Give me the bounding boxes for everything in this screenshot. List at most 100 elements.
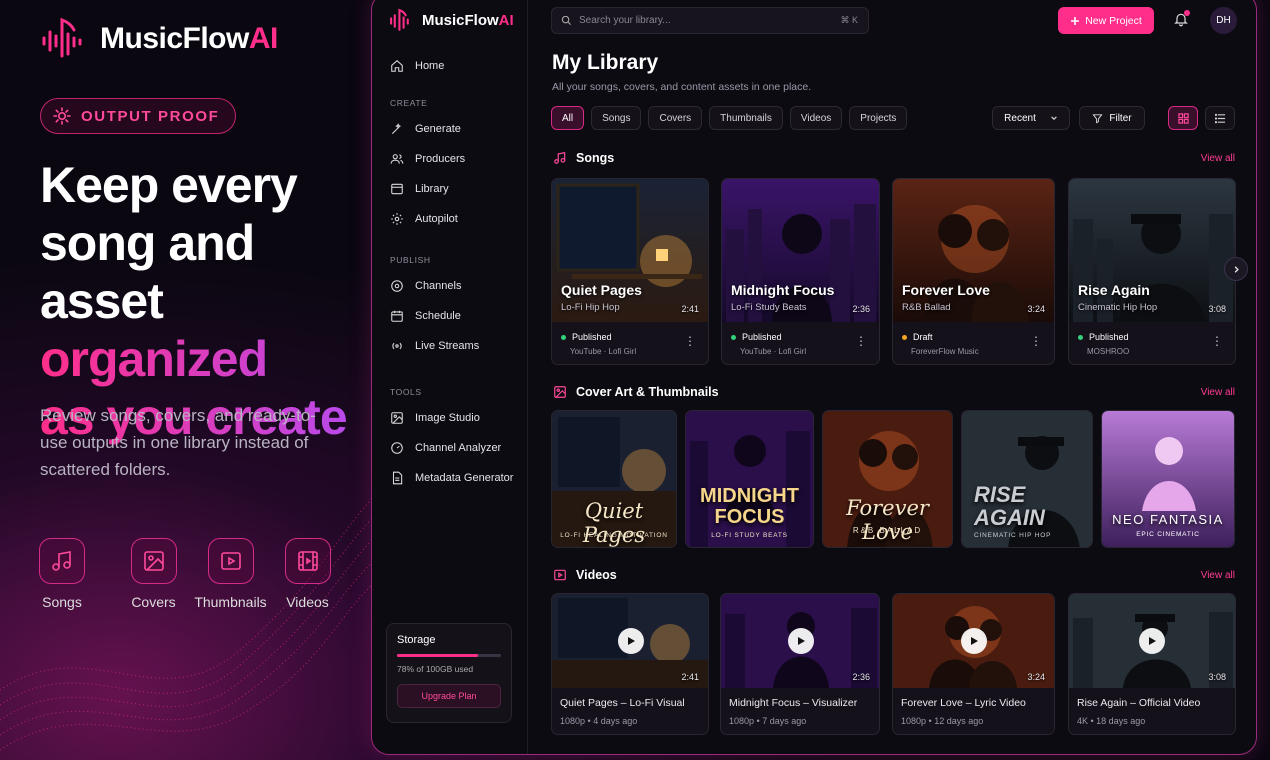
sidebar-item-generate[interactable]: Generate [372,114,528,144]
play-icon[interactable] [961,628,987,654]
sidebar-item-autopilot[interactable]: Autopilot [372,204,528,234]
song-card-rise-again[interactable]: Rise Again Cinematic Hip Hop 3:08 Publis… [1068,178,1236,365]
play-icon[interactable] [788,628,814,654]
category-videos: Videos [269,538,346,610]
cover-title: Quiet Pages [582,499,646,547]
more-options-icon[interactable]: ⋮ [855,334,867,348]
tab-all[interactable]: All [551,106,585,130]
storage-title: Storage [397,634,436,646]
chevron-down-icon [1050,116,1057,121]
notifications-button[interactable] [1173,10,1190,32]
carousel-next-button[interactable] [1224,257,1248,281]
cover-card-forever-love[interactable]: Forever Love R&B BALLAD [822,410,953,548]
sidebar-brand-name: MusicFlowAI [422,11,514,29]
search-input[interactable]: Search your library... [579,15,833,26]
users-icon [390,154,404,164]
document-icon [392,471,403,485]
sort-value: Recent [1004,112,1036,124]
sort-dropdown[interactable]: Recent [992,106,1070,130]
avatar[interactable]: DH [1210,7,1237,34]
tab-covers[interactable]: Covers [648,106,703,130]
library-icon [391,183,403,195]
more-options-icon[interactable]: ⋮ [684,334,696,348]
sidebar-item-channels[interactable]: Channels [372,271,528,301]
upgrade-plan-button[interactable]: Upgrade Plan [397,684,501,708]
tab-thumbnails[interactable]: Thumbnails [709,106,783,130]
video-card-quiet-pages[interactable]: 2:41 Quiet Pages – Lo-Fi Visual 1080p • … [551,593,709,735]
sidebar-item-label: Metadata Generator [415,472,514,484]
plus-icon [1071,16,1080,25]
video-card-forever-love[interactable]: 3:24 Forever Love – Lyric Video 1080p • … [892,593,1055,735]
sidebar-item-label: Autopilot [415,213,458,225]
cover-card-rise-again[interactable]: RISE AGAIN CINEMATIC HIP HOP [961,410,1093,548]
sidebar-item-label: Library [415,183,449,195]
video-card-midnight-focus[interactable]: 2:36 Midnight Focus – Visualizer 1080p •… [720,593,880,735]
status-badge: Published [561,332,612,342]
promo-panel: MusicFlowAI OUTPUT PROOF Keep every song… [39,0,370,760]
sidebar-item-image-studio[interactable]: Image Studio [372,403,528,433]
videos-view-all-link[interactable]: View all [1201,570,1235,581]
filter-tabs: All Songs Covers Thumbnails Videos Proje… [551,106,908,130]
song-card-forever-love[interactable]: Forever Love R&B Ballad 3:24 Draft Forev… [892,178,1055,365]
tab-projects[interactable]: Projects [849,106,908,130]
cover-card-neo-fantasia[interactable]: NEO FANTASIA EPIC CINEMATIC [1101,410,1235,548]
chevron-right-icon [1234,265,1239,273]
output-proof-badge: OUTPUT PROOF [40,98,237,134]
sidebar-item-library[interactable]: Library [372,174,528,204]
search-bar[interactable]: Search your library... ⌘ K [551,7,869,34]
nav-main: Home [372,51,528,81]
list-view-toggle[interactable] [1205,106,1235,130]
search-shortcut: ⌘ K [840,15,858,25]
sidebar-item-live-streams[interactable]: Live Streams [372,331,528,361]
sidebar-item-label: Image Studio [415,412,480,424]
calendar-icon [391,310,403,322]
covers-view-all-link[interactable]: View all [1201,387,1235,398]
songs-heading: Songs [576,151,615,165]
play-icon[interactable] [618,628,644,654]
sidebar-item-channel-analyzer[interactable]: Channel Analyzer [372,433,528,463]
filter-button[interactable]: Filter [1079,106,1145,130]
nav-tools: TOOLS Image Studio Channel Analyzer Meta… [372,387,528,493]
song-duration: 2:41 [681,304,699,314]
song-genre: Lo-Fi Hip Hop [561,302,620,313]
category-label: Songs [42,594,82,610]
cover-tag: CINEMATIC HIP HOP [974,532,1052,539]
nav-publish: PUBLISH Channels Schedule Live Streams [372,255,528,361]
video-card-rise-again[interactable]: 3:08 Rise Again – Official Video 4K • 18… [1068,593,1236,735]
grid-icon [1177,112,1189,124]
new-project-button[interactable]: New Project [1058,7,1154,34]
cover-tag: R&B BALLAD [852,526,923,535]
song-genre: R&B Ballad [902,302,951,313]
category-label: Covers [131,594,176,610]
tab-songs[interactable]: Songs [591,106,642,130]
sidebar-item-label: Channel Analyzer [415,442,502,454]
sidebar-item-schedule[interactable]: Schedule [372,301,528,331]
song-genre: Cinematic Hip Hop [1078,302,1158,313]
grid-view-toggle[interactable] [1168,106,1198,130]
sidebar-brand[interactable]: MusicFlowAI [388,7,514,33]
tab-videos[interactable]: Videos [789,106,843,130]
search-icon [561,15,572,26]
sidebar-item-home[interactable]: Home [372,51,528,81]
cover-card-midnight-focus[interactable]: MIDNIGHT FOCUS LO-FI STUDY BEATS [685,410,814,548]
more-options-icon[interactable]: ⋮ [1211,334,1223,348]
video-title: Midnight Focus – Visualizer [729,697,858,709]
songs-view-all-link[interactable]: View all [1201,153,1235,164]
play-window-icon [554,569,566,581]
song-card-midnight-focus[interactable]: Midnight Focus Lo-Fi Study Beats 2:36 Pu… [721,178,880,365]
sidebar-item-metadata-generator[interactable]: Metadata Generator [372,463,528,493]
video-meta: 1080p • 4 days ago [560,716,638,726]
cover-title: Forever Love [846,496,929,544]
section-label-publish: PUBLISH [390,255,431,265]
play-icon[interactable] [1139,628,1165,654]
page: MusicFlowAI OUTPUT PROOF Keep every song… [0,0,1270,760]
cover-card-quiet-pages[interactable]: Quiet Pages LO-FI HEALING MOTIVATION [551,410,677,548]
status-badge: Draft [902,332,933,342]
category-songs: Songs [39,538,85,610]
video-title: Rise Again – Official Video [1077,697,1201,709]
sidebar-item-producers[interactable]: Producers [372,144,528,174]
more-options-icon[interactable]: ⋮ [1030,334,1042,348]
analyzer-icon [391,442,403,454]
songs-section-header: Songs [553,151,614,165]
song-card-quiet-pages[interactable]: Quiet Pages Lo-Fi Hip Hop 2:41 Published… [551,178,709,365]
